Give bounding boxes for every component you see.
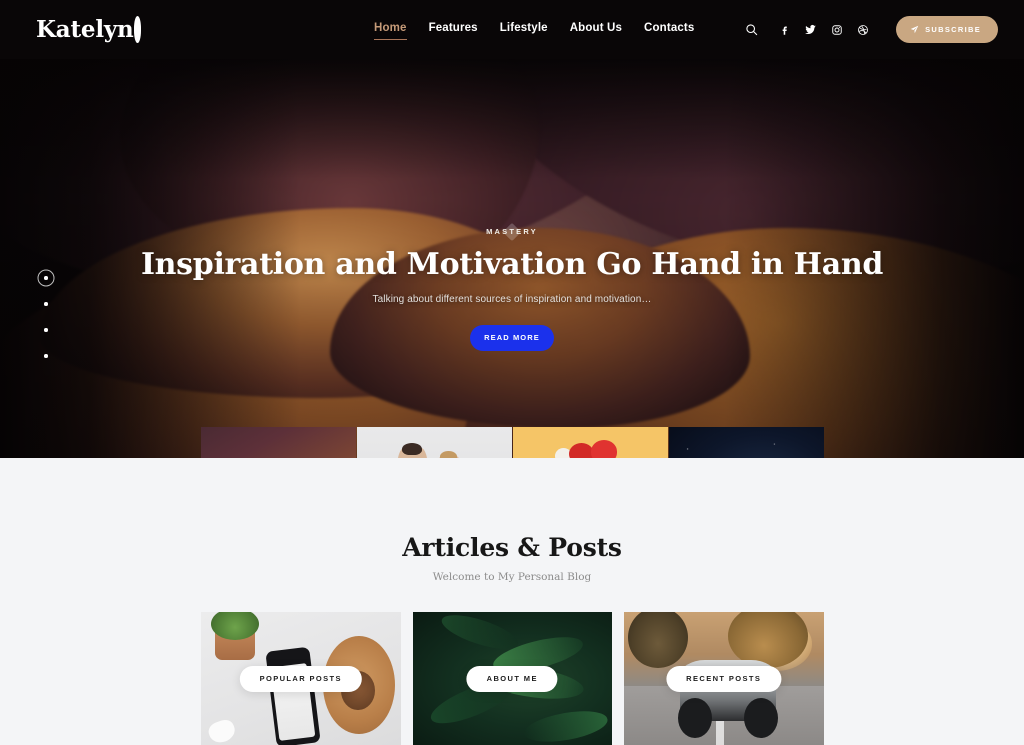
card-label[interactable]: ABOUT ME — [466, 665, 558, 692]
dribbble-icon[interactable] — [850, 18, 875, 42]
motorcycle-wheel-rear — [743, 698, 778, 739]
slider-dot-1[interactable] — [37, 265, 55, 291]
dot-glyph — [44, 276, 48, 280]
hero-content: MASTERY Inspiration and Motivation Go Ha… — [0, 59, 1024, 351]
dot-glyph — [44, 328, 48, 332]
primary-nav: Home Features Lifestyle About Us Contact… — [374, 0, 694, 59]
paper-plane-icon — [910, 25, 919, 34]
slider-dots — [37, 265, 55, 369]
nav-item-features[interactable]: Features — [429, 19, 478, 40]
logo-text: Katelyn — [36, 16, 134, 43]
fern-5 — [522, 706, 610, 745]
nav-item-home[interactable]: Home — [374, 19, 407, 40]
slider-dot-4[interactable] — [37, 343, 55, 369]
nav-item-contacts[interactable]: Contacts — [644, 19, 694, 40]
person-right-head — [439, 451, 457, 458]
red-flower-2 — [590, 440, 617, 458]
section-title: Articles & Posts — [402, 533, 622, 562]
card-popular-posts[interactable]: POPULAR POSTS — [201, 612, 401, 745]
person-left-head — [401, 442, 423, 456]
thumbnail-image — [201, 427, 356, 458]
nav-item-lifestyle[interactable]: Lifestyle — [500, 19, 548, 40]
hero-subtitle: Talking about different sources of inspi… — [372, 293, 652, 305]
motorcycle-wheel-front — [677, 698, 712, 739]
instagram-icon[interactable] — [824, 18, 849, 42]
earbuds — [206, 717, 238, 745]
thumb-sky — [221, 455, 327, 458]
card-recent-posts[interactable]: RECENT POSTS — [624, 612, 824, 745]
twitter-icon[interactable] — [798, 18, 823, 42]
slider-thumbnail-strip: 01 02 03 — [201, 427, 824, 458]
logo-dot: . — [133, 16, 142, 43]
hero-title: Inspiration and Motivation Go Hand in Ha… — [140, 247, 884, 282]
thumbnail-03[interactable]: 03 — [513, 427, 668, 458]
thumbnail-02[interactable]: 02 — [357, 427, 512, 458]
card-label[interactable]: RECENT POSTS — [666, 665, 782, 692]
thumbnail-01[interactable]: 01 — [201, 427, 356, 458]
thumbnail-04[interactable]: 04 — [669, 427, 824, 458]
slider-dot-3[interactable] — [37, 317, 55, 343]
red-flower-1 — [568, 442, 594, 458]
card-label[interactable]: POPULAR POSTS — [239, 665, 362, 692]
section-subtitle: Welcome to My Personal Blog — [432, 571, 592, 583]
card-about-me[interactable]: ABOUT ME — [412, 612, 612, 745]
bubbles — [669, 427, 824, 458]
hero-eyebrow: MASTERY — [486, 227, 538, 236]
header-actions: SUBSCRIBE — [739, 0, 998, 59]
read-more-button[interactable]: READ MORE — [470, 324, 554, 351]
thumbnail-image — [357, 427, 512, 458]
article-cards: POPULAR POSTS ABOUT ME RECENT POSTS — [201, 612, 824, 745]
search-icon[interactable] — [739, 18, 763, 42]
dot-glyph — [44, 302, 48, 306]
facebook-icon[interactable] — [772, 18, 797, 42]
hero-slider: MASTERY Inspiration and Motivation Go Ha… — [0, 59, 1024, 458]
nav-item-about-us[interactable]: About Us — [570, 19, 622, 40]
tree-left — [627, 612, 688, 668]
thumbnail-image — [669, 427, 824, 458]
dot-glyph — [44, 354, 48, 358]
thumbnail-image — [513, 427, 668, 458]
subscribe-label: SUBSCRIBE — [925, 25, 981, 34]
slider-dot-2[interactable] — [37, 291, 55, 317]
site-logo[interactable]: Katelyn. — [36, 16, 142, 43]
site-header: Katelyn. Home Features Lifestyle About U… — [0, 0, 1024, 59]
subscribe-button[interactable]: SUBSCRIBE — [896, 16, 998, 43]
